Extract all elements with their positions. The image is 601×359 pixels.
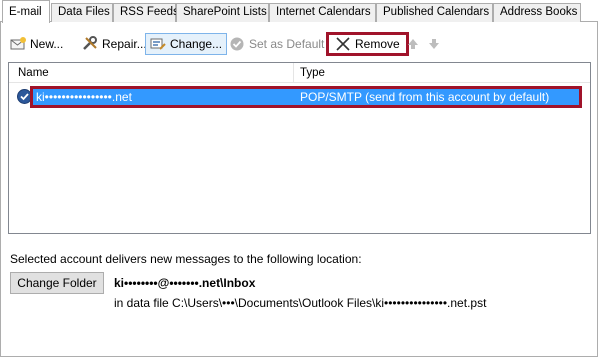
arrow-down-icon	[426, 36, 442, 52]
new-button[interactable]: New...	[10, 33, 63, 55]
remove-button[interactable]: Remove	[326, 32, 409, 56]
list-header: Name Type	[9, 63, 590, 83]
account-name: ki••••••••••••••••.net	[36, 90, 132, 104]
set-as-default-button[interactable]: Set as Default	[229, 33, 324, 55]
account-type: POP/SMTP (send from this account by defa…	[300, 90, 550, 104]
delivery-data-file: in data file C:\Users\•••\Documents\Outl…	[114, 296, 487, 310]
change-button[interactable]: Change...	[145, 33, 228, 55]
tab-data-files[interactable]: Data Files	[51, 3, 113, 22]
account-list[interactable]: Name Type ki••••••••••••••••.net POP/SMT…	[8, 62, 591, 234]
repair-tools-icon	[82, 36, 98, 52]
move-down-button[interactable]	[426, 33, 442, 55]
repair-button-label: Repair...	[102, 37, 147, 51]
account-row[interactable]: ki••••••••••••••••.net POP/SMTP (send fr…	[13, 86, 582, 108]
change-folder-button[interactable]: Change Folder	[10, 272, 104, 294]
column-header-name[interactable]: Name	[18, 67, 49, 79]
delivery-inbox-path: ki••••••••@•••••••.net\Inbox	[114, 276, 256, 290]
change-account-icon	[150, 36, 166, 52]
remove-button-label: Remove	[355, 37, 400, 51]
set-as-default-label: Set as Default	[249, 37, 325, 51]
remove-x-icon	[335, 36, 351, 52]
tab-internet-calendars[interactable]: Internet Calendars	[269, 3, 376, 22]
tab-published-calendars[interactable]: Published Calendars	[376, 3, 493, 22]
column-divider[interactable]	[293, 63, 294, 82]
arrow-up-icon	[405, 36, 421, 52]
tab-sharepoint-lists[interactable]: SharePoint Lists	[176, 3, 269, 22]
repair-button[interactable]: Repair...	[82, 33, 147, 55]
change-button-label: Change...	[170, 37, 223, 51]
new-mail-icon	[10, 36, 26, 52]
column-header-type[interactable]: Type	[300, 67, 325, 79]
tab-strip: E-mail Data Files RSS Feeds SharePoint L…	[0, 0, 601, 23]
move-up-button[interactable]	[405, 33, 421, 55]
delivery-description: Selected account delivers new messages t…	[10, 252, 362, 266]
tab-rss-feeds[interactable]: RSS Feeds	[113, 3, 179, 22]
new-button-label: New...	[30, 37, 64, 51]
tab-email[interactable]: E-mail	[2, 0, 50, 23]
tab-address-books[interactable]: Address Books	[493, 3, 581, 22]
check-circle-icon	[229, 36, 245, 52]
